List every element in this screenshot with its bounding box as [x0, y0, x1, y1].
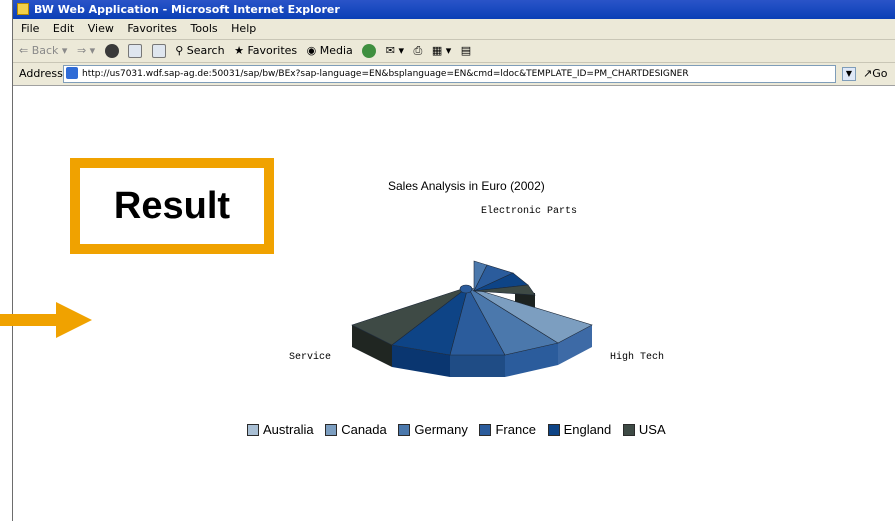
legend-item: England: [547, 422, 612, 438]
refresh-button[interactable]: [128, 40, 143, 62]
home-icon: [151, 44, 166, 58]
title-bar[interactable]: BW Web Application - Microsoft Internet …: [13, 0, 895, 19]
mail-button[interactable]: ✉ ▾: [386, 40, 404, 62]
history-button[interactable]: [362, 40, 377, 62]
label-service: Service: [289, 352, 332, 363]
address-field[interactable]: http://us7031.wdf.sap-ag.de:50031/sap/bw…: [63, 65, 836, 83]
legend-swatch: [479, 424, 492, 436]
legend-swatch: [398, 424, 411, 436]
go-label: Go: [872, 67, 888, 80]
legend-swatch: [325, 424, 338, 436]
label-high-tech: High Tech: [610, 352, 665, 363]
pie-top: [351, 260, 593, 356]
window-title: BW Web Application - Microsoft Internet …: [34, 3, 340, 16]
page-icon: [66, 67, 78, 79]
legend-label: Australia: [263, 422, 314, 437]
ie-icon: [17, 3, 29, 15]
arrow-icon: [0, 302, 92, 338]
menu-view[interactable]: View: [88, 19, 114, 39]
standard-toolbar: ⇐ Back ▾ ⇒ ▾ ⚲ Search ★ Favorites ◉ Medi…: [13, 40, 895, 63]
address-dropdown-icon[interactable]: ▼: [842, 67, 856, 81]
search-button[interactable]: ⚲ Search: [175, 40, 224, 62]
history-icon: [362, 44, 377, 58]
chart-title: Sales Analysis in Euro (2002): [388, 179, 545, 193]
legend-item: Australia: [247, 422, 314, 438]
favorites-label: Favorites: [247, 44, 298, 57]
back-label: Back: [31, 44, 59, 57]
search-label: Search: [186, 44, 225, 57]
address-bar: Address http://us7031.wdf.sap-ag.de:5003…: [13, 63, 895, 86]
result-label: Result: [113, 184, 231, 227]
refresh-icon: [128, 44, 143, 58]
forward-button[interactable]: ⇒ ▾: [77, 40, 95, 62]
legend-swatch: [547, 424, 560, 436]
chart-legend: Australia Canada Germany France England …: [247, 422, 674, 438]
print-button[interactable]: ⎙: [414, 40, 423, 62]
media-label: Media: [319, 44, 353, 57]
home-button[interactable]: [151, 40, 166, 62]
go-button[interactable]: ↗Go: [863, 63, 887, 85]
result-callout: Result: [70, 158, 274, 254]
label-electronic-parts: Electronic Parts: [481, 206, 578, 217]
legend-item: USA: [622, 422, 666, 438]
legend-swatch: [622, 424, 635, 436]
wall-france: [450, 355, 505, 377]
menu-favorites[interactable]: Favorites: [127, 19, 177, 39]
media-button[interactable]: ◉ Media: [307, 40, 353, 62]
legend-label: England: [563, 422, 612, 437]
favorites-button[interactable]: ★ Favorites: [234, 40, 297, 62]
address-url: http://us7031.wdf.sap-ag.de:50031/sap/bw…: [82, 69, 689, 79]
pie-chart: [351, 260, 593, 377]
legend-swatch: [247, 424, 259, 436]
address-label: Address: [19, 67, 63, 80]
legend-item: France: [479, 422, 536, 438]
stop-icon: [104, 44, 119, 58]
menu-tools[interactable]: Tools: [191, 19, 218, 39]
legend-label: Canada: [341, 422, 387, 437]
discuss-button[interactable]: ▤: [461, 40, 471, 62]
edit-button[interactable]: ▦ ▾: [432, 40, 451, 62]
menu-bar: File Edit View Favorites Tools Help: [13, 19, 895, 40]
legend-label: France: [495, 422, 536, 437]
legend-label: USA: [638, 422, 666, 437]
stop-button[interactable]: [104, 40, 119, 62]
legend-item: Germany: [398, 422, 468, 438]
menu-help[interactable]: Help: [231, 19, 256, 39]
back-button[interactable]: ⇐ Back ▾: [19, 40, 67, 62]
legend-label: Germany: [414, 422, 468, 437]
legend-item: Canada: [325, 422, 387, 438]
menu-file[interactable]: File: [21, 19, 39, 39]
pie-center: [459, 284, 473, 294]
menu-edit[interactable]: Edit: [53, 19, 74, 39]
